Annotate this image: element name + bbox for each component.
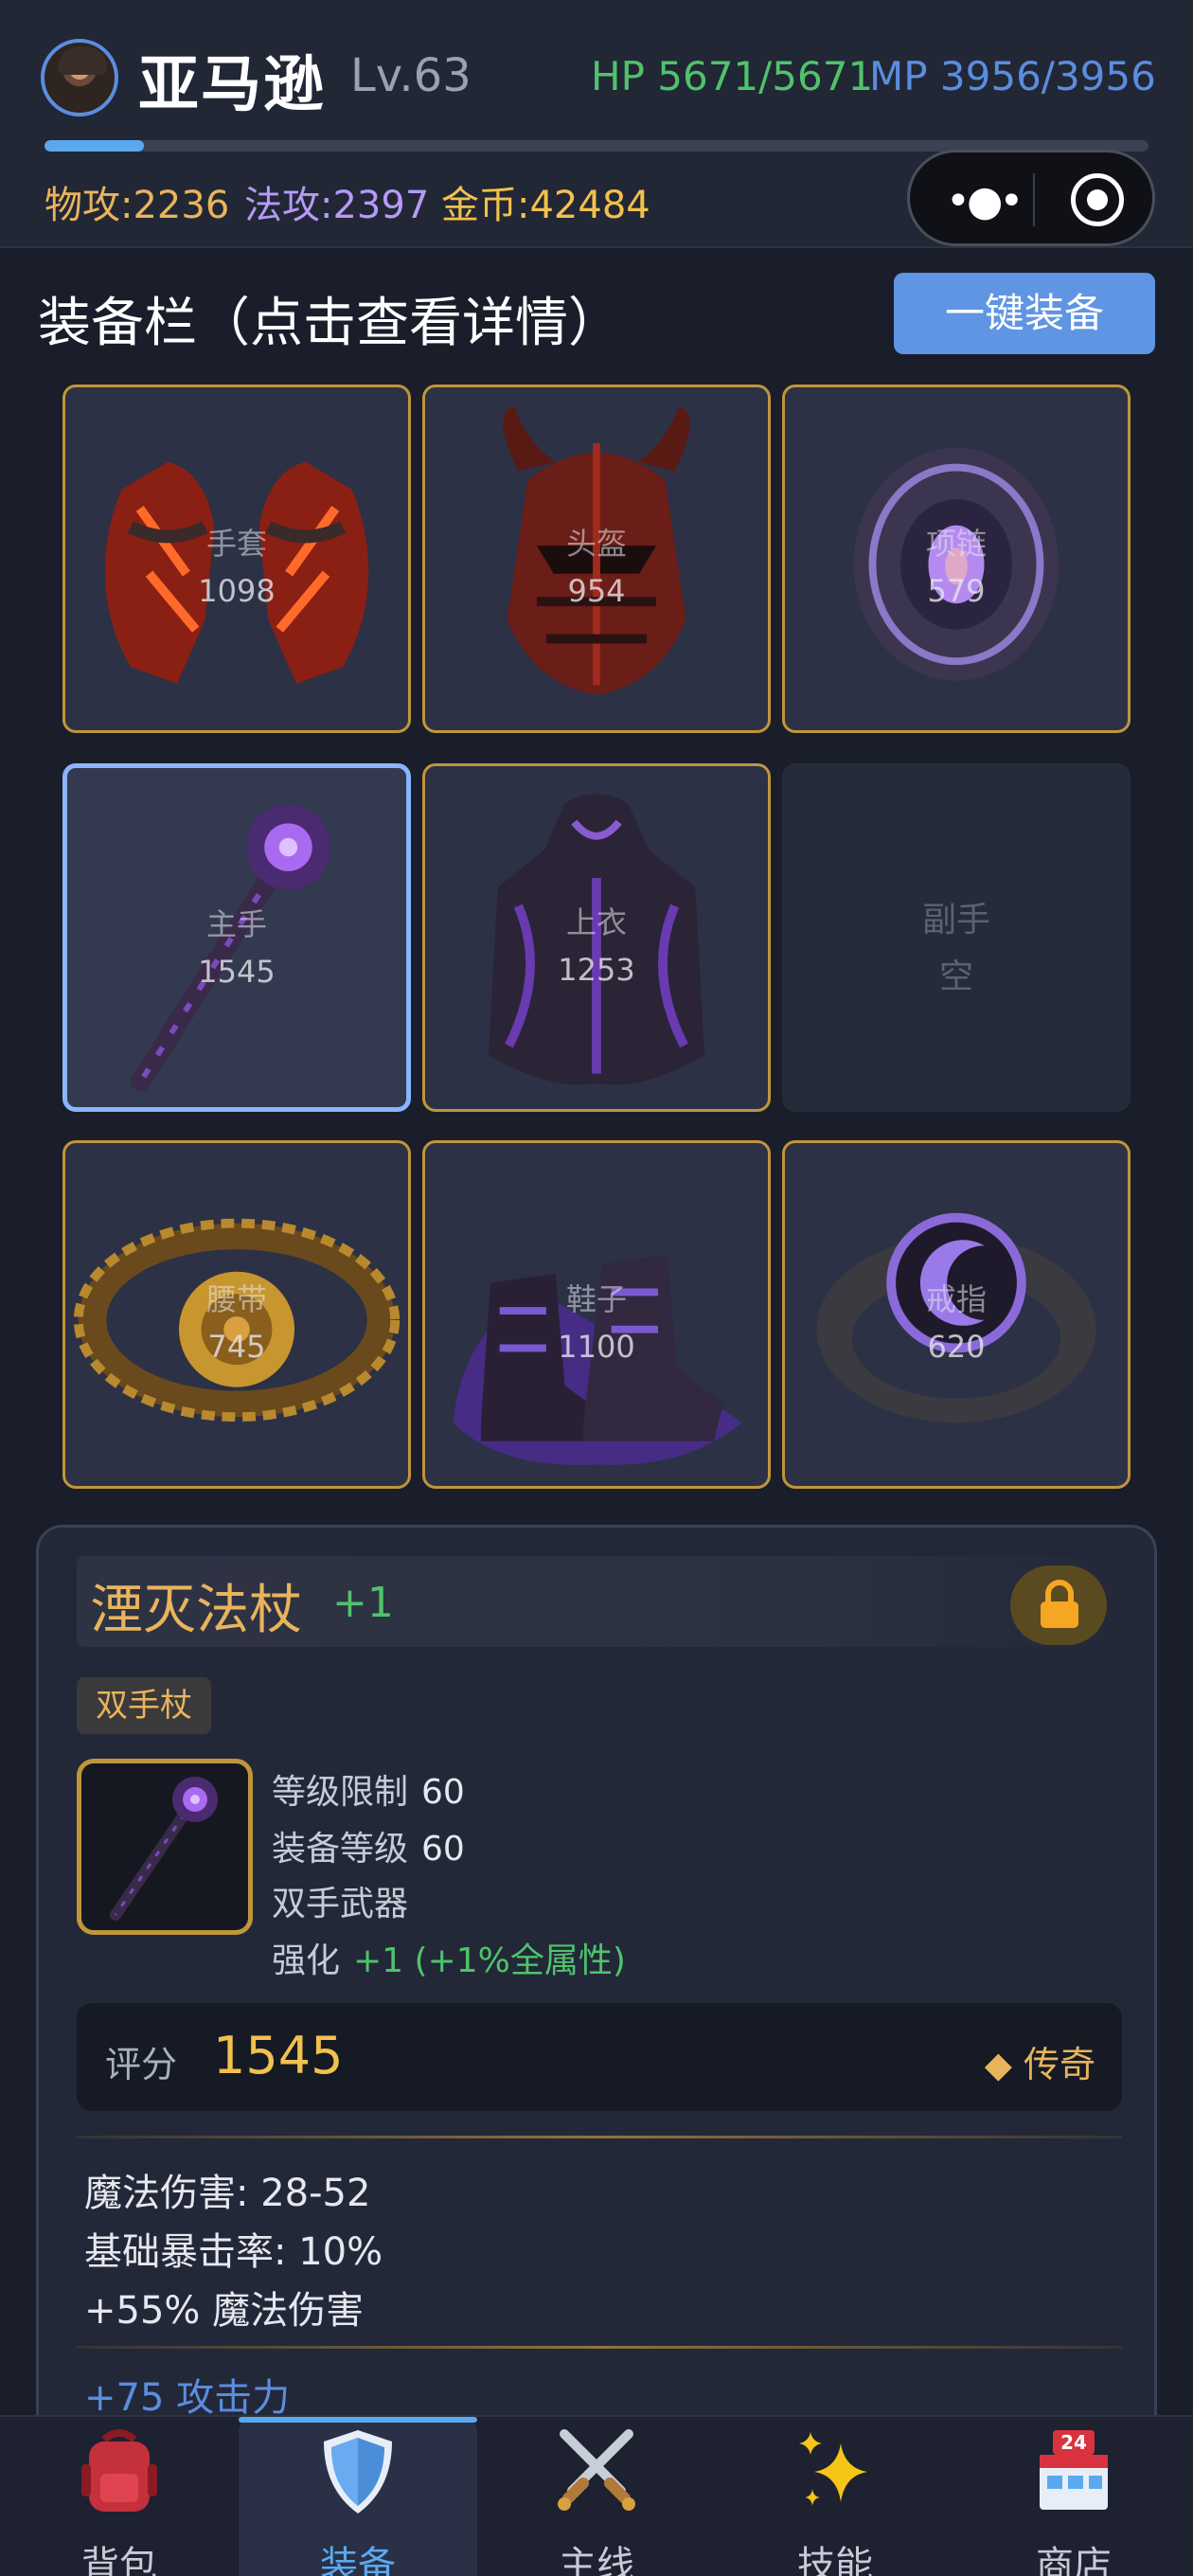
slot-label: 主手 <box>205 906 267 942</box>
slot-score: 空 <box>938 957 973 996</box>
nav-item-skills[interactable]: 技能 <box>716 2417 954 2576</box>
equip-slot-necklace[interactable]: 项链 579 <box>782 385 1131 733</box>
weapon-type-text: 双手武器 <box>272 1885 409 1923</box>
nav-label: 技能 <box>797 2544 873 2576</box>
slot-score: 954 <box>567 573 626 609</box>
level-requirement-row: 等级限制 60 <box>272 1764 465 1814</box>
slot-label: 头盔 <box>565 526 627 562</box>
equip-slot-gloves[interactable]: 手套 1098 <box>62 385 411 733</box>
more-icon[interactable]: •●• <box>946 177 1024 225</box>
store-icon: 24 <box>1040 2430 1108 2510</box>
item-score-bar: 评分 1545 ◆ 传奇 <box>77 2003 1122 2111</box>
slot-label: 鞋子 <box>565 1281 627 1317</box>
gold-stat: 金币:42484 <box>441 184 650 227</box>
sparkles-icon <box>799 2432 867 2506</box>
level-requirement-value: 60 <box>421 1773 465 1812</box>
equip-slot-helmet[interactable]: 头盔 954 <box>422 385 771 733</box>
equip-all-button[interactable]: 一键装备 <box>894 273 1155 354</box>
attribute-line: 魔法伤害: 28-52 <box>84 2172 371 2215</box>
nav-item-main-quest[interactable]: 主线 <box>477 2417 716 2576</box>
equip-level-row: 装备等级 60 <box>272 1821 465 1870</box>
slot-score: 1253 <box>558 952 635 988</box>
physical-attack-stat: 物攻:2236 <box>45 184 230 227</box>
slot-score: 1098 <box>198 573 276 609</box>
player-name: 亚马逊 <box>138 50 326 120</box>
bottom-nav: 背包 装备 主线 技能 24 商店 <box>0 2415 1193 2576</box>
equipment-section-title: 装备栏（点击查看详情） <box>38 293 621 354</box>
equip-level-label: 装备等级 <box>272 1830 409 1869</box>
item-thumbnail <box>77 1759 253 1935</box>
equip-slot-boots[interactable]: 鞋子 1100 <box>422 1140 771 1489</box>
slot-score: 1545 <box>198 954 276 990</box>
nav-label: 装备 <box>320 2544 396 2576</box>
attribute-line: +55% 魔法伤害 <box>84 2289 365 2333</box>
equip-slot-off-hand[interactable]: 副手 空 <box>782 763 1131 1112</box>
enhance-label: 强化 <box>272 1941 341 1980</box>
nav-item-backpack[interactable]: 背包 <box>0 2417 239 2576</box>
lock-item-button[interactable] <box>1010 1565 1107 1645</box>
exp-bar-fill <box>45 140 144 152</box>
bonus-attribute-line: +75 攻击力 <box>84 2376 291 2420</box>
magic-attack-stat: 法攻:2397 <box>244 184 430 227</box>
hp-readout: HP 5671/5671 <box>591 53 874 99</box>
section-divider <box>77 2346 1122 2349</box>
slot-score: 1100 <box>558 1329 635 1365</box>
slot-label: 上衣 <box>565 904 627 940</box>
section-divider <box>77 2136 1122 2138</box>
attribute-line: 基础暴击率: 10% <box>84 2230 383 2274</box>
slot-label: 项链 <box>925 526 987 562</box>
equip-level-value: 60 <box>421 1830 465 1869</box>
slot-score: 745 <box>207 1329 266 1365</box>
slot-label: 副手 <box>921 901 990 939</box>
status-header: 亚马逊 Lv.63 HP 5671/5671 MP 3956/3956 物攻:2… <box>0 0 1193 248</box>
weapon-type-row: 双手武器 <box>272 1876 408 1925</box>
player-level: Lv.63 <box>350 49 472 102</box>
nav-label: 商店 <box>1036 2544 1112 2576</box>
svg-text:24: 24 <box>1060 2431 1087 2454</box>
equip-slot-belt[interactable]: 腰带 745 <box>62 1140 411 1489</box>
capsule-divider <box>1033 173 1035 226</box>
staff-icon <box>110 1777 218 1921</box>
slot-label: 腰带 <box>205 1281 267 1317</box>
backpack-icon <box>81 2429 157 2512</box>
nav-label: 背包 <box>81 2544 157 2576</box>
item-enhance-level: +1 <box>332 1579 394 1627</box>
enhance-value: +1 (+1%全属性) <box>353 1941 626 1980</box>
mini-program-capsule: •●• <box>907 150 1155 246</box>
slot-label: 手套 <box>205 526 267 562</box>
nav-item-shop[interactable]: 24 商店 <box>954 2417 1193 2576</box>
enhance-row: 强化 +1 (+1%全属性) <box>272 1933 626 1982</box>
equip-slot-main-hand[interactable]: 主手 1545 <box>62 763 411 1112</box>
player-avatar[interactable] <box>41 39 118 116</box>
slot-score: 620 <box>927 1329 986 1365</box>
slot-label: 戒指 <box>925 1281 987 1317</box>
nav-label: 主线 <box>559 2544 634 2576</box>
shield-icon <box>324 2430 392 2513</box>
equip-slot-chest[interactable]: 上衣 1253 <box>422 763 771 1112</box>
rarity-badge: ◆ 传奇 <box>984 2044 1095 2085</box>
mp-readout: MP 3956/3956 <box>869 53 1156 99</box>
nav-item-equipment[interactable]: 装备 <box>239 2417 477 2576</box>
close-miniprogram-icon[interactable] <box>1071 173 1124 226</box>
item-type-tag: 双手杖 <box>77 1677 211 1734</box>
crossed-swords-icon <box>558 2429 635 2511</box>
slot-score: 579 <box>927 573 986 609</box>
score-value: 1545 <box>213 2026 344 2085</box>
equip-slot-ring[interactable]: 戒指 620 <box>782 1140 1131 1489</box>
item-name: 湮灭法杖 <box>90 1580 302 1641</box>
lock-icon <box>1041 1580 1078 1628</box>
score-label: 评分 <box>105 2044 178 2085</box>
level-requirement-label: 等级限制 <box>272 1773 409 1812</box>
